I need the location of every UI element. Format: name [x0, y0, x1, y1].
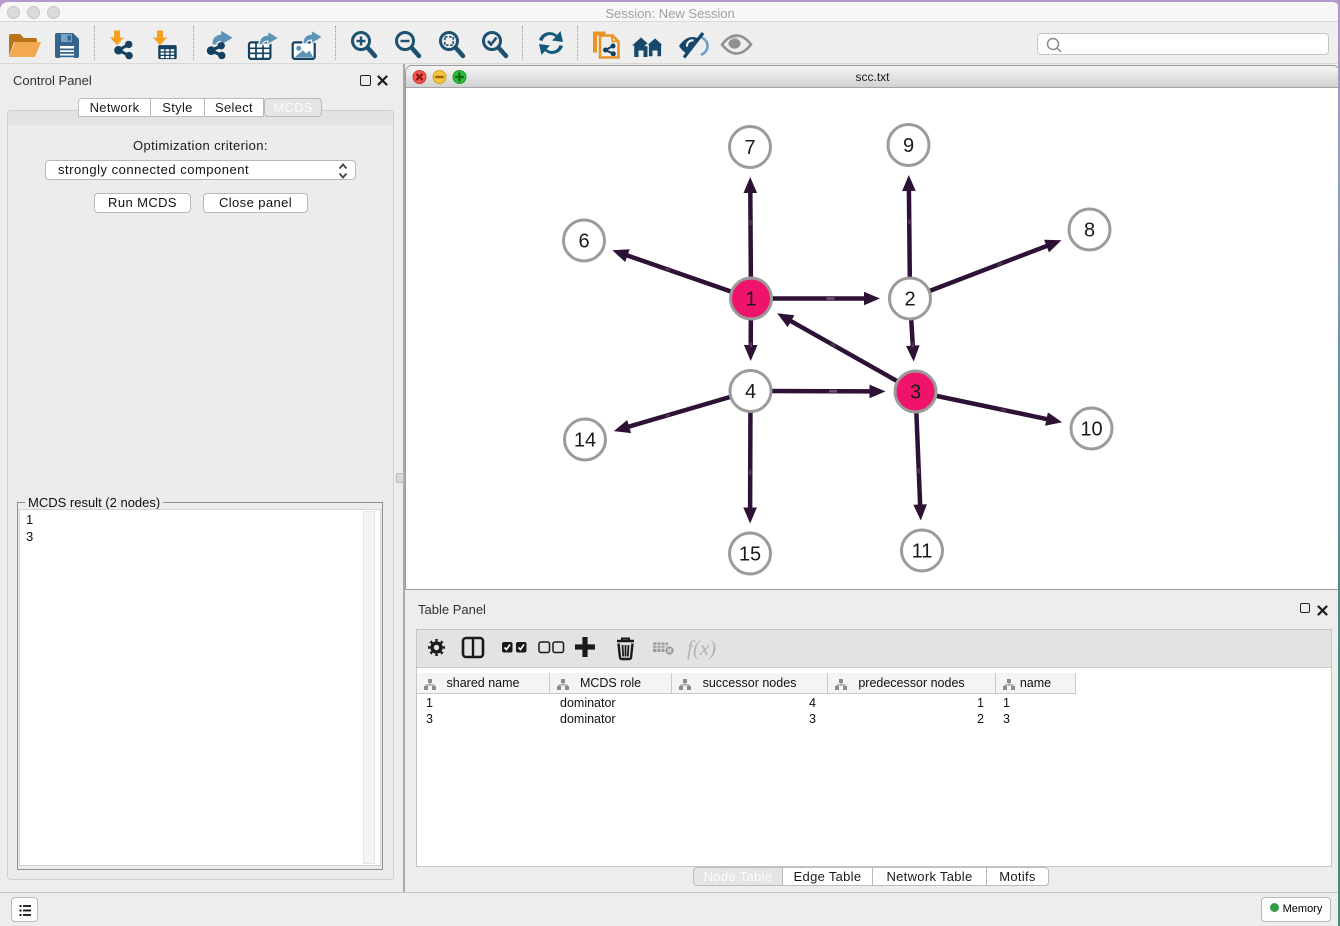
svg-text:2: 2	[904, 289, 915, 311]
svg-text:14: 14	[574, 430, 596, 452]
svg-text:3: 3	[910, 382, 921, 404]
svg-text:9: 9	[903, 135, 914, 157]
svg-text:8: 8	[1084, 220, 1095, 242]
svg-text:7: 7	[744, 137, 755, 159]
svg-text:1: 1	[745, 289, 756, 311]
svg-text:15: 15	[739, 544, 761, 566]
svg-text:10: 10	[1080, 419, 1102, 441]
svg-text:4: 4	[745, 381, 756, 403]
svg-text:f(x): f(x)	[687, 636, 716, 660]
svg-text:11: 11	[912, 541, 933, 563]
svg-text:6: 6	[578, 231, 589, 253]
